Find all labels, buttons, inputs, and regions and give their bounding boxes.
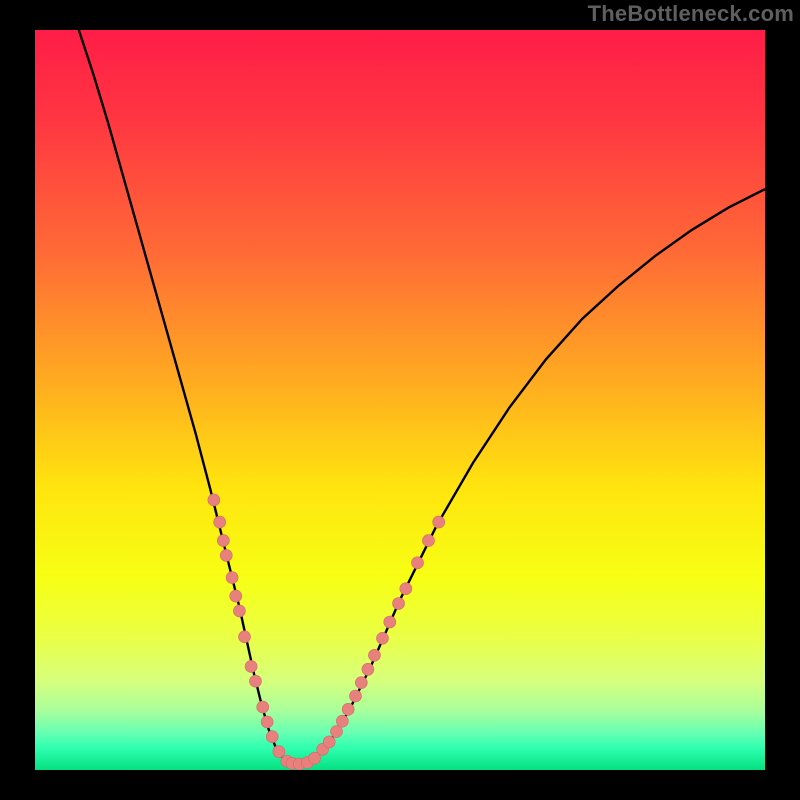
data-marker xyxy=(208,494,220,506)
data-marker xyxy=(349,690,361,702)
data-marker xyxy=(214,516,226,528)
watermark-label: TheBottleneck.com xyxy=(588,1,794,27)
data-marker xyxy=(330,726,342,738)
plot-area xyxy=(35,30,765,770)
data-marker xyxy=(355,677,367,689)
data-marker xyxy=(233,605,245,617)
data-marker xyxy=(217,535,229,547)
data-marker xyxy=(245,660,257,672)
data-marker xyxy=(376,632,388,644)
data-marker xyxy=(412,557,424,569)
data-marker xyxy=(362,663,374,675)
data-marker xyxy=(400,583,412,595)
gradient-background xyxy=(35,30,765,770)
data-marker xyxy=(230,590,242,602)
data-marker xyxy=(266,731,278,743)
data-marker xyxy=(433,516,445,528)
chart-frame: TheBottleneck.com xyxy=(0,0,800,800)
data-marker xyxy=(226,572,238,584)
data-marker xyxy=(323,736,335,748)
data-marker xyxy=(368,649,380,661)
data-marker xyxy=(342,703,354,715)
data-marker xyxy=(422,535,434,547)
data-marker xyxy=(249,675,261,687)
data-marker xyxy=(257,701,269,713)
data-marker xyxy=(384,616,396,628)
data-marker xyxy=(239,631,251,643)
data-marker xyxy=(393,598,405,610)
data-marker xyxy=(220,549,232,561)
data-marker xyxy=(336,715,348,727)
data-marker xyxy=(261,716,273,728)
data-marker xyxy=(273,746,285,758)
plot-svg xyxy=(35,30,765,770)
